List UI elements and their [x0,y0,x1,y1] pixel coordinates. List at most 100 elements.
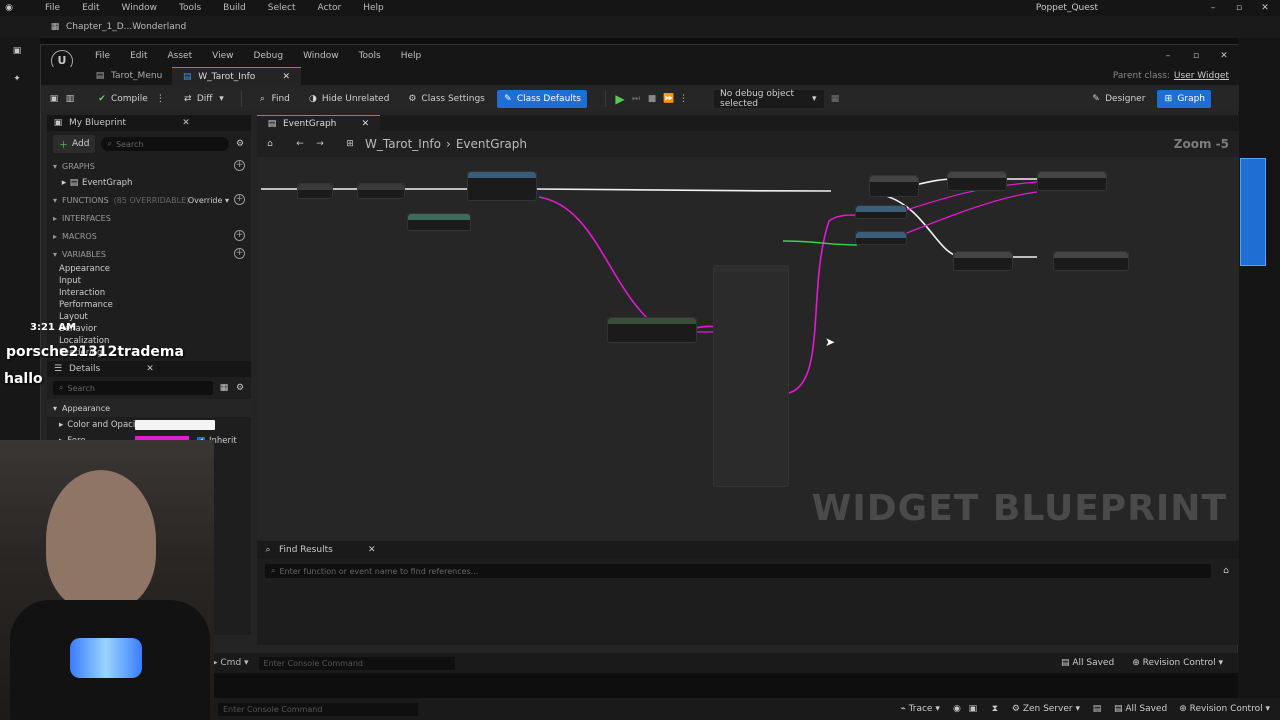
all-saved-indicator[interactable]: ▤ All Saved [1061,658,1114,668]
more-icon[interactable]: ⋮ [156,94,165,104]
maximize-icon[interactable]: ▫ [1191,51,1201,61]
graph-node[interactable] [1037,171,1107,191]
variable-category[interactable]: Performance [47,299,251,311]
outer-menu-edit[interactable]: Edit [71,3,110,13]
close-icon[interactable]: ✕ [1219,51,1229,61]
outer-menu-build[interactable]: Build [212,3,257,13]
level-tab[interactable]: Chapter_1_D...Wonderland [66,22,186,32]
class-defaults-button[interactable]: ✎ Class Defaults [496,90,587,108]
interfaces-section[interactable]: ▸ INTERFACES [47,209,251,227]
graph-node[interactable] [1053,251,1129,271]
mode-icon[interactable]: ✦ [12,74,22,84]
outer-menu-select[interactable]: Select [257,3,307,13]
save-icon[interactable]: ▣ [12,46,22,56]
functions-section[interactable]: ▾ FUNCTIONS (85 OVERRIDABLE) Override ▾ … [47,191,251,209]
close-icon[interactable]: ✕ [367,545,377,555]
graph-node[interactable] [869,175,919,197]
class-settings-button[interactable]: ⚙ Class Settings [401,90,490,108]
graph-node[interactable] [855,231,907,245]
graph-node[interactable] [407,213,471,231]
menu-window[interactable]: Window [293,51,349,61]
parent-class-value[interactable]: User Widget [1174,71,1229,81]
debug-object-select[interactable]: No debug object selected ▾ [714,89,824,109]
menu-debug[interactable]: Debug [243,51,293,61]
play-icon[interactable]: ▶ [615,93,625,105]
variable-category[interactable]: Layout [47,311,251,323]
minimize-icon[interactable]: – [1208,3,1218,13]
variable-category[interactable]: Appearance [47,263,251,275]
forward-arrow-icon[interactable]: → [315,139,325,149]
add-macro-icon[interactable]: + [234,230,245,241]
graph-mode-button[interactable]: ⊞ Graph [1157,90,1211,108]
gear-icon[interactable]: ⚙ [235,139,245,149]
add-button[interactable]: ＋ Add [53,135,96,153]
content-icon[interactable]: ▤ [1092,704,1102,714]
outer-menu-tools[interactable]: Tools [168,3,212,13]
close-icon[interactable]: ✕ [145,364,155,374]
find-results-input[interactable]: ⌕ Enter function or event name to find r… [265,564,1211,578]
tab-eventgraph[interactable]: ▤ EventGraph ✕ [257,115,381,131]
outer-menu-window[interactable]: Window [111,3,169,13]
stop-icon[interactable]: ■ [647,94,657,104]
zen-server-dropdown[interactable]: ⚙ Zen Server ▾ [1012,704,1080,714]
designer-mode-button[interactable]: ✎ Designer [1085,90,1151,108]
close-icon[interactable]: ✕ [181,118,191,128]
more-icon[interactable]: ⋮ [679,94,688,104]
step-icon[interactable]: ⏭ [631,94,641,104]
outer-menu-actor[interactable]: Actor [307,3,353,13]
console-input[interactable]: Enter Console Command [258,656,455,670]
menu-asset[interactable]: Asset [158,51,203,61]
maximize-icon[interactable]: ▫ [1234,3,1244,13]
add-variable-icon[interactable]: + [234,248,245,259]
hourglass-icon[interactable]: ⧗ [990,704,1000,714]
find-button[interactable]: ⌕ Find [251,90,295,108]
override-dropdown[interactable]: Override ▾ [188,196,229,205]
close-tab-icon[interactable]: ✕ [360,119,370,129]
browse-icon[interactable]: ▥ [65,94,75,104]
hide-unrelated-button[interactable]: ◑ Hide Unrelated [302,90,396,108]
macros-section[interactable]: ▸ MACROS + [47,227,251,245]
add-function-icon[interactable]: + [234,194,245,205]
back-arrow-icon[interactable]: ← [295,139,305,149]
graph-node[interactable] [713,265,789,487]
variable-category[interactable]: Behavior [47,323,251,335]
minimize-icon[interactable]: – [1163,51,1173,61]
camera-icon[interactable]: ▣ [968,704,978,714]
tab-w-tarot-info[interactable]: ▤ W_Tarot_Info ✕ [172,67,302,85]
details-search[interactable]: ⌕ Search [53,381,213,395]
graph-node[interactable] [947,171,1007,191]
menu-tools[interactable]: Tools [349,51,391,61]
tab-tarot-menu[interactable]: ▤ Tarot_Menu [85,67,172,85]
menu-view[interactable]: View [202,51,243,61]
menu-edit[interactable]: Edit [120,51,157,61]
graph-node[interactable] [467,171,537,201]
graphs-section[interactable]: ▾ GRAPHS + [47,157,251,175]
compile-button[interactable]: ✔ Compile ⋮ [91,90,171,108]
graph-node[interactable] [953,251,1013,271]
my-blueprint-search[interactable]: ⌕ Search [101,137,229,151]
close-tab-icon[interactable]: ✕ [281,72,291,82]
graph-item-eventgraph[interactable]: ▸ ▤ EventGraph [47,175,251,191]
outer-revision-control[interactable]: ⊕ Revision Control ▾ [1179,704,1270,714]
frame-advance-icon[interactable]: ⏩ [663,94,674,104]
record-icon[interactable]: ◉ [952,704,962,714]
save-icon[interactable]: ▣ [49,94,59,104]
graph-node[interactable] [297,183,333,199]
cmd-dropdown[interactable]: ▸ Cmd ▾ [213,658,249,668]
outer-all-saved[interactable]: ▤ All Saved [1114,704,1167,714]
graph-canvas[interactable]: ➤ WIDGET BLUEPRINT [257,157,1239,541]
graph-node[interactable] [855,205,907,219]
graph-node[interactable] [607,317,697,343]
graph-node[interactable] [357,183,405,199]
graph-home-icon[interactable]: ⌂ [265,139,275,149]
menu-help[interactable]: Help [391,51,432,61]
gear-icon[interactable]: ⚙ [235,383,245,393]
color-swatch-white[interactable] [135,420,215,430]
trace-dropdown[interactable]: ⌁ Trace ▾ [900,704,940,714]
outer-menu-file[interactable]: File [34,3,71,13]
find-in-all-icon[interactable]: ⌂ [1221,566,1231,576]
diff-button[interactable]: ⇄ Diff ▾ [177,90,233,108]
hierarchy-icon[interactable]: ⊞ [345,139,355,149]
revision-control-dropdown[interactable]: ⊕ Revision Control ▾ [1132,658,1223,668]
outer-console-input[interactable]: Enter Console Command [218,702,418,716]
